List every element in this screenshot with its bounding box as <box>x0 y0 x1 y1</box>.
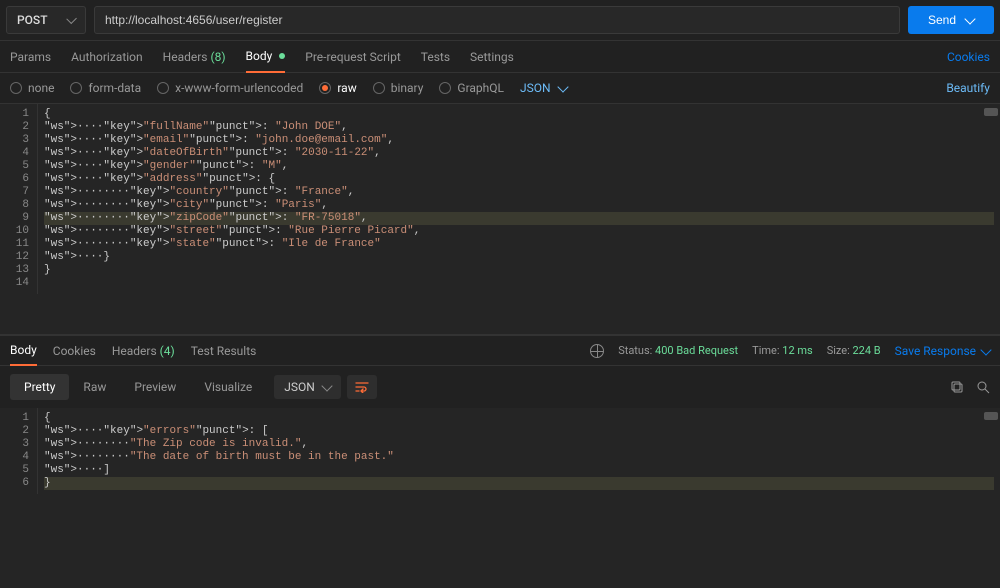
scrollbar-thumb[interactable] <box>984 108 998 116</box>
body-type-row: none form-data x-www-form-urlencoded raw… <box>0 73 1000 104</box>
unsaved-dot-icon <box>279 53 285 59</box>
tab-prerequest[interactable]: Pre-request Script <box>305 42 400 72</box>
response-body-editor[interactable]: 123456 {"ws">····"key">"errors""punct">:… <box>0 408 1000 588</box>
scrollbar-thumb[interactable] <box>984 412 998 420</box>
tab-params[interactable]: Params <box>10 42 51 72</box>
resp-tab-body[interactable]: Body <box>10 336 37 366</box>
send-button[interactable]: Send <box>908 6 994 34</box>
method-label: POST <box>17 13 48 27</box>
raw-format-selector[interactable]: JSON <box>520 81 567 95</box>
chevron-down-icon <box>980 344 991 355</box>
save-response-link[interactable]: Save Response <box>895 344 990 358</box>
url-input[interactable] <box>94 6 900 34</box>
tab-settings[interactable]: Settings <box>470 42 514 72</box>
view-raw[interactable]: Raw <box>69 374 120 400</box>
tab-headers[interactable]: Headers (8) <box>163 42 226 72</box>
bodytype-urlencoded[interactable]: x-www-form-urlencoded <box>157 81 303 95</box>
view-pretty[interactable]: Pretty <box>10 374 69 400</box>
tab-body[interactable]: Body <box>246 41 286 73</box>
request-body-editor[interactable]: 1234567891011121314 {"ws">····"key">"ful… <box>0 104 1000 334</box>
resp-tab-headers[interactable]: Headers (4) <box>112 337 175 365</box>
cookies-link[interactable]: Cookies <box>947 50 990 64</box>
line-gutter: 1234567891011121314 <box>0 104 38 294</box>
request-tabs: Params Authorization Headers (8) Body Pr… <box>0 41 1000 73</box>
response-view-tabs: Pretty Raw Preview Visualize JSON <box>0 366 1000 408</box>
resp-tab-cookies[interactable]: Cookies <box>53 337 96 365</box>
bodytype-formdata[interactable]: form-data <box>70 81 141 95</box>
chevron-down-icon <box>321 380 332 391</box>
chevron-down-icon <box>557 81 568 92</box>
view-preview[interactable]: Preview <box>120 374 190 400</box>
bodytype-none[interactable]: none <box>10 81 54 95</box>
resp-tab-tests[interactable]: Test Results <box>191 337 257 365</box>
view-visualize[interactable]: Visualize <box>190 374 266 400</box>
chevron-down-icon <box>964 13 975 24</box>
tab-tests[interactable]: Tests <box>421 42 450 72</box>
chevron-down-icon <box>66 14 77 25</box>
globe-icon[interactable] <box>590 344 604 358</box>
send-label: Send <box>928 13 956 27</box>
status-meta: Status: 400 Bad Request <box>618 344 738 357</box>
bodytype-raw[interactable]: raw <box>319 81 356 95</box>
response-tabs: Body Cookies Headers (4) Test Results St… <box>0 336 1000 366</box>
wrap-lines-button[interactable] <box>347 375 377 399</box>
search-icon[interactable] <box>976 380 990 394</box>
size-meta: Size: 224 B <box>827 344 881 357</box>
method-selector[interactable]: POST <box>6 6 86 34</box>
response-format-selector[interactable]: JSON <box>274 375 341 399</box>
code-area[interactable]: {"ws">····"key">"errors""punct">: ["ws">… <box>38 408 1000 494</box>
bodytype-binary[interactable]: binary <box>373 81 424 95</box>
beautify-link[interactable]: Beautify <box>946 81 990 95</box>
code-area[interactable]: {"ws">····"key">"fullName""punct">: "Joh… <box>38 104 1000 294</box>
time-meta: Time: 12 ms <box>752 344 813 357</box>
copy-icon[interactable] <box>950 380 964 394</box>
line-gutter: 123456 <box>0 408 38 494</box>
bodytype-graphql[interactable]: GraphQL <box>439 81 504 95</box>
request-bar: POST Send <box>0 0 1000 41</box>
tab-authorization[interactable]: Authorization <box>71 42 143 72</box>
